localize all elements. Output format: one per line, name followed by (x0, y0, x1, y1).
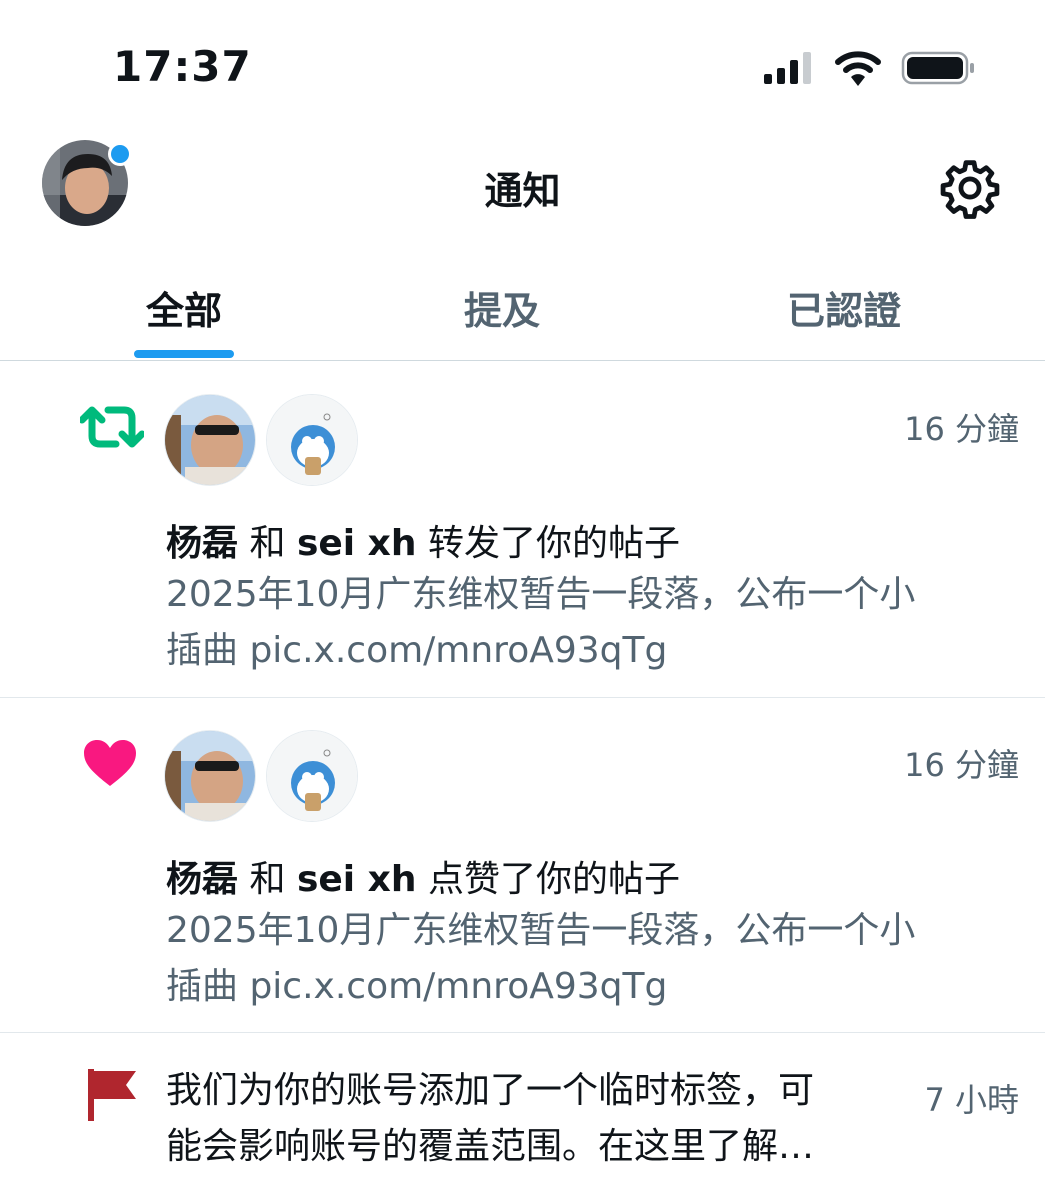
tab-verified[interactable]: 已認證 (744, 280, 944, 335)
preview-line: 2025年10月广东维权暂告一段落，公布一个小 (166, 574, 916, 615)
tab-indicator (134, 350, 234, 358)
preview-line: 2025年10月广东维权暂告一段落，公布一个小 (166, 910, 916, 951)
cellular-signal-icon (764, 52, 811, 84)
timestamp: 16 分鐘 (904, 410, 1019, 448)
status-time: 17:37 (113, 42, 252, 91)
text-line: 我们为你的账号添加了一个临时标签，可 (166, 1070, 815, 1111)
heart-icon (84, 740, 136, 786)
action-text: 点赞了你的帖子 (427, 859, 680, 900)
conjunction: 和 (249, 859, 286, 900)
avatar-user1[interactable] (164, 394, 256, 486)
avatar-user2[interactable] (266, 730, 358, 822)
status-bar: 17:37 (0, 0, 1045, 120)
timestamp: 7 小時 (924, 1081, 1019, 1119)
avatar-user1[interactable] (164, 730, 256, 822)
preview-line: 插曲 pic.x.com/mnroA93qTg (166, 630, 668, 671)
tab-all[interactable]: 全部 (104, 280, 264, 335)
divider (0, 360, 1045, 361)
user-name[interactable]: sei xh (297, 859, 417, 900)
retweet-icon (80, 406, 144, 448)
page-title: 通知 (484, 169, 561, 213)
avatar-user2[interactable] (266, 394, 358, 486)
post-preview[interactable]: 2025年10月广东维权暂告一段落，公布一个小 插曲 pic.x.com/mnr… (166, 903, 1006, 1015)
status-icons (764, 51, 974, 86)
battery-icon (901, 51, 974, 85)
gear-icon[interactable] (938, 156, 1002, 220)
text-line: 能会影响账号的覆盖范围。在这里了解… (166, 1126, 815, 1167)
post-preview[interactable]: 2025年10月广东维权暂告一段落，公布一个小 插曲 pic.x.com/mnr… (166, 567, 1006, 679)
flag-icon (88, 1069, 136, 1121)
notification-item[interactable]: 我们为你的账号添加了一个临时标签，可 能会影响账号的覆盖范围。在这里了解… 7 … (0, 1033, 1045, 1200)
conjunction: 和 (249, 523, 286, 564)
action-text: 转发了你的帖子 (427, 523, 680, 564)
user-name[interactable]: sei xh (297, 523, 417, 564)
notification-summary: 杨磊 和 sei xh 点赞了你的帖子 (166, 850, 680, 902)
timestamp: 16 分鐘 (904, 746, 1019, 784)
label-notification-text: 我们为你的账号添加了一个临时标签，可 能会影响账号的覆盖范围。在这里了解… (166, 1063, 906, 1175)
tab-mentions[interactable]: 提及 (422, 280, 582, 335)
notification-item[interactable]: 16 分鐘 杨磊 和 sei xh 点赞了你的帖子 2025年10月广东维权暂告… (0, 698, 1045, 1032)
user-name[interactable]: 杨磊 (166, 859, 238, 900)
user-name[interactable]: 杨磊 (166, 523, 238, 564)
preview-line: 插曲 pic.x.com/mnroA93qTg (166, 966, 668, 1007)
notification-item[interactable]: 16 分鐘 杨磊 和 sei xh 转发了你的帖子 2025年10月广东维权暂告… (0, 362, 1045, 697)
wifi-icon (835, 51, 881, 86)
notification-summary: 杨磊 和 sei xh 转发了你的帖子 (166, 514, 680, 566)
tab-bar: 全部 提及 已認證 (0, 262, 1045, 362)
